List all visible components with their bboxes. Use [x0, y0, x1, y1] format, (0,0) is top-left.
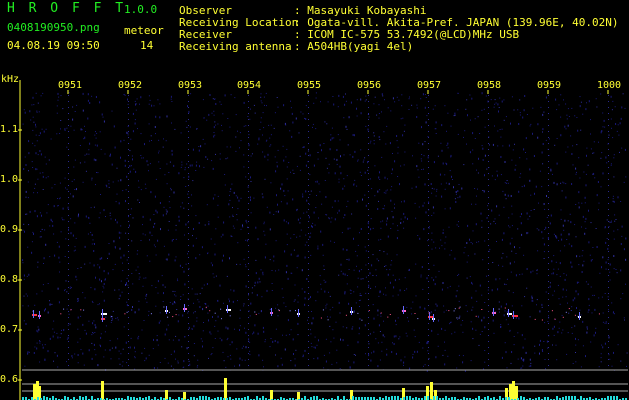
signal-bar [515, 386, 518, 400]
time-tick-0955: 0955 [297, 80, 322, 91]
noise-field [22, 92, 628, 372]
meteor-trace [226, 309, 231, 311]
spectrogram [18, 80, 628, 400]
signal-bar [183, 392, 186, 400]
meteor-trace [32, 314, 37, 316]
time-tick-0954: 0954 [237, 80, 262, 91]
time-tick-0959: 0959 [537, 80, 562, 91]
meteor-trace [101, 313, 107, 315]
time-tick-0956: 0956 [357, 80, 382, 91]
meteor-trace [428, 316, 433, 318]
time-tick-0957: 0957 [417, 80, 442, 91]
y-tick-0-6: 0.6 [0, 374, 19, 385]
signal-bar [165, 390, 168, 400]
signal-bar [512, 381, 515, 400]
time-tick-0952: 0952 [118, 80, 143, 91]
signal-bar [101, 381, 104, 400]
time-tick-0951: 0951 [58, 80, 83, 91]
meteor-trace [512, 315, 518, 317]
y-unit-label: kHz [1, 74, 20, 85]
time-tick-0958: 0958 [477, 80, 502, 91]
time-tick-0953: 0953 [178, 80, 203, 91]
meteor-trace [507, 313, 512, 315]
signal-bar [270, 390, 273, 400]
signal-bar [33, 384, 36, 400]
signal-bar [224, 378, 227, 400]
y-tick-0-8: 0.8 [0, 274, 19, 285]
signal-bar [430, 382, 433, 400]
y-tick-1-0: 1.0 [0, 174, 19, 185]
y-tick-1-1: 1.1 [0, 124, 19, 135]
y-tick-0-9: 0.9 [0, 224, 19, 235]
signal-bar [297, 392, 300, 400]
time-tick-1000: 1000 [597, 80, 622, 91]
y-tick-0-7: 0.7 [0, 324, 19, 335]
